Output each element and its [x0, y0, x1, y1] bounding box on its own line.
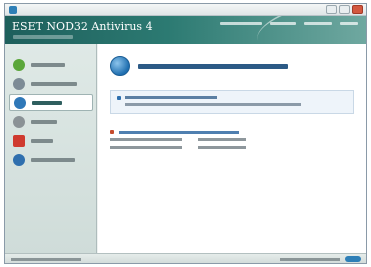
sidebar-item-help[interactable]	[9, 151, 93, 168]
bullet-icon	[117, 96, 121, 100]
gear-icon	[13, 115, 25, 128]
sidebar-item-label	[31, 62, 65, 67]
window-controls	[326, 5, 363, 14]
header-menu-item[interactable]	[340, 22, 358, 25]
header-menu-item[interactable]	[304, 22, 332, 25]
header-menu-item[interactable]	[270, 22, 296, 25]
maximize-button[interactable]	[339, 5, 350, 14]
toolbox-icon	[13, 134, 25, 147]
sidebar-item-update[interactable]	[9, 94, 93, 111]
title-bar	[5, 4, 366, 16]
header-menu-item[interactable]	[220, 22, 262, 25]
close-button[interactable]	[352, 5, 363, 14]
detail-value	[198, 146, 246, 149]
sidebar-item-label	[31, 119, 57, 124]
detail-value	[198, 138, 246, 141]
window-title	[21, 6, 91, 13]
display-mode-toggle[interactable]	[345, 256, 361, 262]
product-logo: ESET NOD32 Antivirus 4	[12, 20, 153, 33]
notice-line-1[interactable]	[125, 96, 217, 99]
app-window: ESET NOD32 Antivirus 4	[4, 3, 367, 264]
details-section	[110, 128, 354, 152]
sidebar-item-tools[interactable]	[9, 132, 93, 149]
sidebar	[5, 44, 97, 253]
sidebar-item-label	[31, 138, 53, 143]
notice-line-2	[125, 103, 301, 106]
detail-key	[110, 138, 182, 141]
brand-header: ESET NOD32 Antivirus 4	[5, 16, 366, 44]
sidebar-item-label	[31, 157, 75, 162]
status-right-text	[280, 258, 340, 261]
warning-bullet-icon	[110, 130, 114, 134]
sidebar-item-label	[31, 81, 77, 86]
info-globe-icon	[110, 56, 130, 76]
status-bar	[5, 253, 366, 263]
help-icon	[13, 153, 25, 166]
page-title	[138, 63, 288, 69]
main-panel	[98, 44, 366, 253]
details-heading-text[interactable]	[119, 130, 239, 134]
detail-row	[110, 144, 354, 152]
sidebar-item-protection-status[interactable]	[9, 56, 93, 73]
product-tagline	[13, 35, 73, 39]
minimize-button[interactable]	[326, 5, 337, 14]
shield-check-icon	[13, 58, 25, 71]
status-left-text	[11, 258, 81, 261]
status-notice	[110, 90, 354, 114]
sidebar-item-label	[32, 100, 62, 105]
globe-icon	[14, 96, 26, 109]
magnifier-icon	[13, 77, 25, 90]
details-heading	[110, 128, 354, 136]
app-icon	[9, 6, 17, 14]
header-swoosh	[252, 16, 366, 44]
sidebar-item-computer-scan[interactable]	[9, 75, 93, 92]
detail-row	[110, 136, 354, 144]
header-menu	[220, 22, 358, 25]
sidebar-item-setup[interactable]	[9, 113, 93, 130]
detail-key	[110, 146, 182, 149]
panel-header	[110, 56, 288, 76]
